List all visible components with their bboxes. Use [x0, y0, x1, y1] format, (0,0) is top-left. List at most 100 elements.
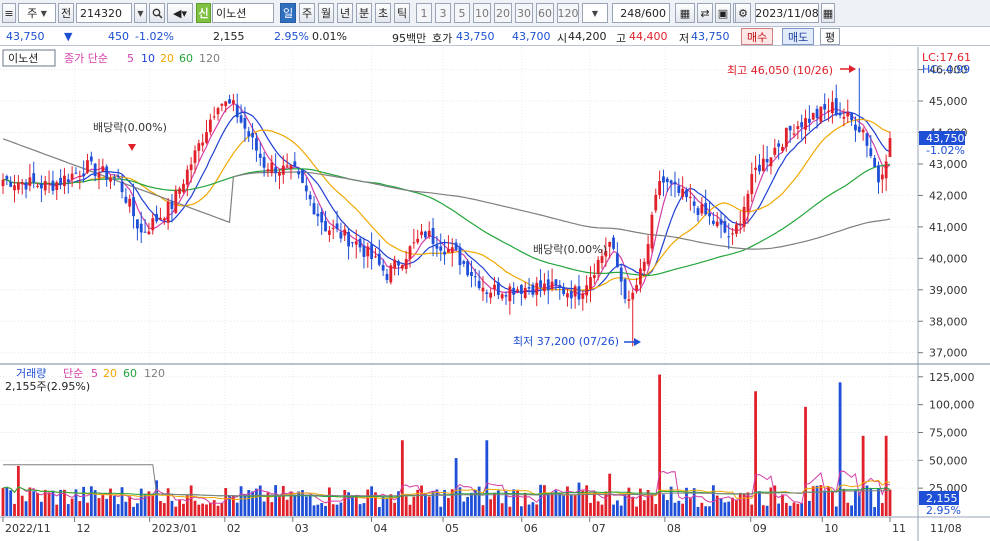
- volume-bar: [865, 485, 869, 516]
- candle-body: [208, 119, 212, 133]
- candle-body: [735, 224, 738, 234]
- save-icon[interactable]: ▣: [715, 3, 731, 23]
- volume-bar: [481, 505, 485, 516]
- volume-tick-label: 50,000: [929, 454, 968, 467]
- candle-body: [627, 299, 631, 301]
- current-pct-tag: 2.95%: [926, 504, 961, 517]
- candle-body: [773, 147, 777, 155]
- volume-bar: [185, 495, 189, 516]
- volume-bar: [427, 496, 431, 516]
- volume-bar: [66, 504, 70, 516]
- search-icon[interactable]: [149, 3, 165, 23]
- volume-bar: [846, 502, 850, 516]
- period-tab-year[interactable]: 년: [337, 3, 353, 23]
- volume-bar: [82, 486, 86, 516]
- month-tick-label: 05: [445, 522, 459, 535]
- candle-body: [105, 166, 109, 180]
- period-tab-second[interactable]: 초: [375, 3, 391, 23]
- price-tick-label: 42,000: [929, 189, 968, 202]
- candle-body: [566, 293, 569, 298]
- candle-body: [581, 293, 585, 299]
- volume-bar: [489, 499, 493, 516]
- period-tab-minute[interactable]: 분: [356, 3, 372, 23]
- candle-body: [147, 231, 151, 235]
- minute-step-60[interactable]: 60: [536, 3, 554, 23]
- chart-tool-icon[interactable]: ▦: [675, 3, 695, 23]
- minute-step-1[interactable]: 1: [416, 3, 432, 23]
- candle-body: [450, 247, 454, 253]
- minute-step-10[interactable]: 10: [473, 3, 491, 23]
- volume-bar: [681, 503, 685, 516]
- minute-step-3[interactable]: 3: [435, 3, 451, 23]
- volume-bar: [400, 440, 404, 516]
- candle-body: [320, 212, 324, 223]
- prev-button[interactable]: 전: [58, 3, 74, 23]
- minute-step-30[interactable]: 30: [515, 3, 533, 23]
- candle-body: [485, 292, 489, 295]
- candle-body: [70, 173, 74, 180]
- volume-bar: [393, 502, 397, 516]
- candle-body: [185, 169, 189, 185]
- candle-body: [865, 133, 869, 146]
- minute-step-5[interactable]: 5: [454, 3, 470, 23]
- volume-bar: [189, 485, 193, 516]
- date-field[interactable]: 2023/11/08: [755, 3, 819, 23]
- code-dropdown-icon[interactable]: ▼: [134, 3, 147, 23]
- month-tick-label: 06: [524, 522, 538, 535]
- volume-bar: [285, 499, 289, 516]
- step-input[interactable]: ▼: [582, 3, 608, 23]
- buy-button[interactable]: 매수: [741, 28, 774, 45]
- candle-body: [166, 201, 170, 223]
- minute-step-20[interactable]: 20: [494, 3, 512, 23]
- candle-body: [869, 148, 873, 157]
- candle-body: [20, 182, 24, 185]
- stock-chart[interactable]: 46,00045,00044,00043,00042,00041,00040,0…: [0, 47, 990, 541]
- minute-step-120[interactable]: 120: [557, 3, 579, 23]
- candle-body: [804, 118, 807, 130]
- volume-legend-prefix: 단순: [63, 367, 83, 380]
- candle-body: [435, 245, 439, 249]
- volume-bar: [535, 504, 539, 516]
- candle-body: [708, 213, 711, 217]
- candle-body: [742, 206, 746, 227]
- market-select[interactable]: 주 ▼: [18, 3, 56, 23]
- volume-bar: [615, 500, 619, 516]
- period-tab-week[interactable]: 주: [299, 3, 315, 23]
- stock-code-input[interactable]: 214320: [76, 3, 132, 23]
- period-tab-month[interactable]: 월: [318, 3, 334, 23]
- volume-bar: [719, 498, 723, 516]
- calendar-icon[interactable]: ▦: [821, 3, 835, 23]
- compare-icon[interactable]: ⇄: [697, 3, 713, 23]
- candle-body: [412, 242, 416, 244]
- volume-ratio: 2.95%: [274, 30, 309, 43]
- settings-gear-icon[interactable]: ⚙: [735, 3, 751, 23]
- volume-bar: [447, 497, 450, 516]
- period-tab-day[interactable]: 일: [280, 3, 296, 23]
- candle-body: [539, 280, 542, 288]
- candle-body: [750, 174, 754, 195]
- candle-body: [32, 173, 36, 183]
- stock-code-value: 214320: [80, 6, 122, 20]
- candle-body: [815, 108, 819, 118]
- volume-tick-label: 100,000: [929, 399, 975, 412]
- volume-bar: [120, 487, 124, 516]
- volume-bar: [546, 492, 550, 516]
- volume-bar: [735, 500, 738, 516]
- volume-bar: [470, 492, 473, 516]
- volume-bar: [212, 500, 216, 516]
- candle-body: [685, 190, 688, 198]
- menu-grip-icon[interactable]: ≡: [2, 3, 16, 23]
- speaker-icon[interactable]: ◀▾: [167, 3, 193, 23]
- eval-button[interactable]: 평: [820, 28, 841, 45]
- sell-button[interactable]: 매도: [782, 28, 815, 45]
- volume-bar: [220, 502, 224, 516]
- period-tab-tick[interactable]: 틱: [394, 3, 410, 23]
- count-display: 248/600: [612, 3, 670, 23]
- stock-name-field[interactable]: 이노션: [212, 3, 274, 23]
- volume-bar: [704, 506, 708, 516]
- candle-body: [681, 188, 685, 197]
- candle-body: [331, 227, 335, 229]
- volume-bar: [523, 492, 527, 516]
- candle-body: [454, 242, 458, 250]
- candle-body: [278, 172, 281, 176]
